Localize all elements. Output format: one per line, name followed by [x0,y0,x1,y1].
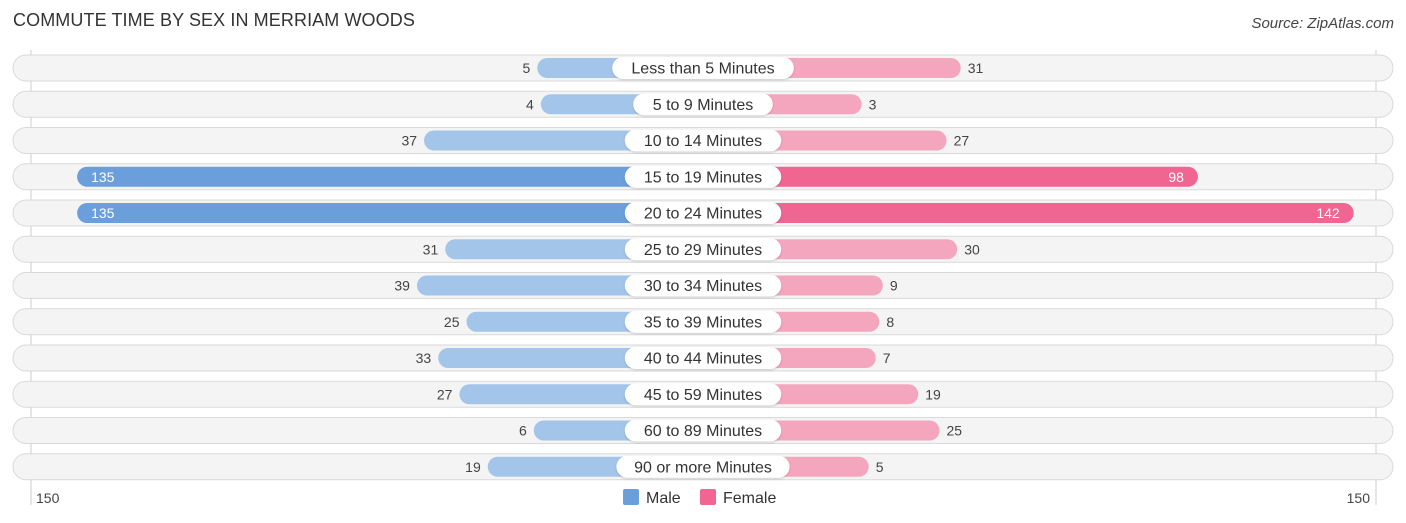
value-label-male: 5 [523,60,531,76]
value-label-female: 142 [1316,205,1340,221]
value-label-female: 19 [925,386,941,402]
bar-female [703,203,1354,223]
bar-male [77,203,704,223]
value-label-female: 25 [947,423,963,439]
value-label-female: 7 [883,350,891,366]
category-label: 45 to 59 Minutes [644,387,762,404]
category-label: 90 or more Minutes [634,459,772,476]
bar-row: 45 to 59 Minutes 27 19 [12,380,1394,408]
bar-row: 20 to 24 Minutes 135 142 [12,199,1394,227]
value-label-female: 3 [869,96,877,112]
bar-row: 60 to 89 Minutes 6 25 [12,417,1394,444]
category-label: 15 to 19 Minutes [644,169,762,186]
value-label-male: 19 [465,459,481,475]
category-label: 60 to 89 Minutes [644,423,762,440]
value-label-female: 8 [886,314,894,330]
value-label-male: 33 [416,350,432,366]
axis-tick-right: 150 [1347,490,1371,506]
bar-row: 90 or more Minutes 19 5 [12,453,1394,481]
value-label-female: 30 [964,241,980,257]
bar-row: 40 to 44 Minutes 33 7 [12,344,1394,372]
value-label-male: 31 [423,241,439,257]
value-label-male: 27 [437,386,453,402]
bar-row: Less than 5 Minutes 5 31 [12,54,1394,82]
bar-row: 5 to 9 Minutes 4 3 [12,90,1394,118]
legend-swatch-male [623,489,639,505]
category-label: 20 to 24 Minutes [644,206,762,223]
value-label-female: 27 [954,133,970,149]
category-label: 5 to 9 Minutes [653,97,754,114]
value-label-male: 135 [91,205,115,221]
axis-tick-left: 150 [36,490,60,506]
category-label: 10 to 14 Minutes [644,133,762,150]
category-label: 40 to 44 Minutes [644,351,762,368]
bar-row: 25 to 29 Minutes 31 30 [12,235,1394,263]
value-label-male: 6 [519,423,527,439]
legend-label-male: Male [646,490,681,507]
legend-swatch-female [700,489,716,505]
bar-row: 15 to 19 Minutes 135 98 [12,163,1394,191]
category-label: 35 to 39 Minutes [644,314,762,331]
value-label-male: 39 [394,278,410,294]
legend-label-female: Female [723,490,776,507]
value-label-male: 37 [401,133,417,149]
bar-male [77,166,704,187]
value-label-female: 98 [1168,169,1184,185]
bar-row: 30 to 34 Minutes 39 9 [12,272,1394,299]
value-label-female: 31 [968,60,984,76]
legend: Male Female [623,489,776,507]
value-label-male: 4 [526,96,534,112]
category-label: 25 to 29 Minutes [644,242,762,259]
bar-row: 35 to 39 Minutes 25 8 [12,308,1394,336]
category-label: 30 to 34 Minutes [644,278,762,295]
value-label-female: 5 [876,459,884,475]
chart-area: Less than 5 Minutes 5 31 5 to 9 Minutes 4 3 10… [12,50,1394,507]
category-label: Less than 5 Minutes [631,61,774,78]
value-label-male: 25 [444,314,460,330]
bar-row: 10 to 14 Minutes 37 27 [12,127,1394,154]
value-label-female: 9 [890,278,898,294]
value-label-male: 135 [91,169,115,185]
